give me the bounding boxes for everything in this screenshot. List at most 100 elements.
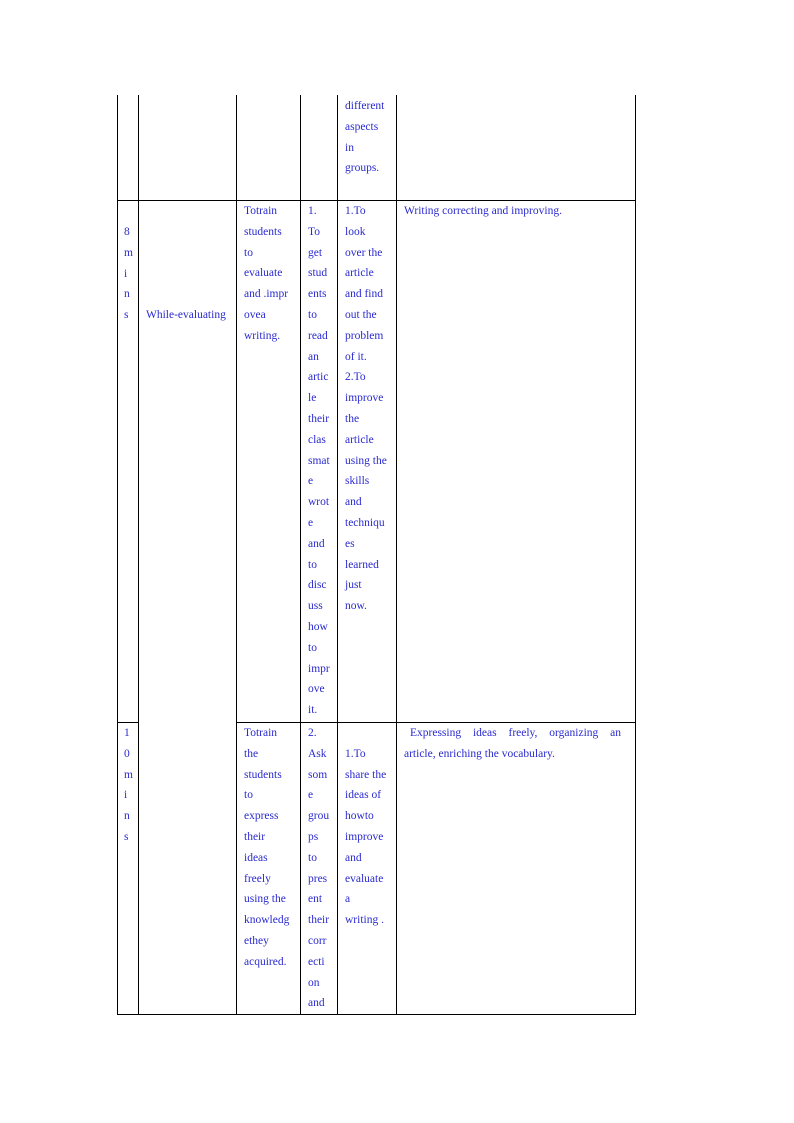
cell-text-line: article (345, 267, 374, 280)
cell-text-line: disc (308, 579, 327, 592)
cell-text-line: to (308, 851, 317, 864)
cell-text-line (345, 723, 389, 744)
row2-skills-cell: Expressing ideas freely, organizing an a… (404, 723, 629, 765)
cell-text-line: knowledg (244, 914, 290, 927)
skills-text: Writing correcting and improving. (404, 205, 562, 217)
cell-text-line: share the (345, 768, 387, 781)
cell-text-line: article (345, 433, 374, 446)
cell-text-line: 0 (124, 747, 130, 760)
cell-text-line: e (308, 789, 314, 802)
cell-text-line: the (244, 747, 259, 760)
cell-text-line: wrot (308, 496, 330, 509)
cell-text-line: skills (345, 475, 370, 488)
cell-text-line: get (308, 246, 323, 259)
cell-text-line: groups. (345, 162, 380, 175)
cell-text-line: improve (345, 392, 384, 405)
cell-text-line: n (124, 810, 130, 823)
cell-text-line: evaluate (244, 267, 283, 280)
column-divider (300, 95, 301, 1015)
cell-text-line: just (345, 579, 362, 592)
cell-text-line: Totrain (244, 727, 278, 739)
cell-text-line: how (308, 620, 328, 633)
cell-text-line: i (124, 267, 128, 280)
cell-text-line: es (345, 537, 355, 550)
cell-text-line: and .impr (244, 288, 289, 301)
cell-text-line: students (244, 768, 282, 781)
cell-text-line: ps (308, 830, 319, 843)
cell-text-line: 1.To (345, 205, 366, 217)
cell-text-line: impr (308, 662, 330, 675)
skills-text-line: article, enriching the vocabulary. (404, 747, 555, 760)
cell-text-line: freely (244, 872, 271, 885)
column-divider (396, 95, 397, 1015)
skills-text-line: Expressing ideas freely, organizing an (410, 727, 621, 739)
cell-text-line: to (308, 308, 317, 321)
cell-text-line: and (345, 851, 362, 864)
cell-text-line: writing . (345, 914, 384, 927)
cell-text-line: e (308, 516, 314, 529)
cell-text-line: of it. (345, 350, 367, 363)
cell-text-line: their (308, 412, 330, 425)
cell-text-line: ethey (244, 934, 269, 947)
cell-text-line: problem (345, 329, 384, 342)
cell-text-line: learned (345, 558, 379, 571)
cell-text-line: using the (345, 454, 387, 467)
cell-text-line: s (124, 830, 129, 843)
row0-procedure-cell: different aspects in groups. (345, 96, 391, 179)
cell-text-line: evaluate (345, 872, 384, 885)
cell-text-line: a (345, 893, 351, 906)
cell-text-line: express (244, 810, 279, 823)
row1-activity-cell: 1. To get stud ents to read an artic le their clas s… (308, 201, 334, 721)
cell-text-line: different (345, 100, 385, 112)
document-page: different aspects in groups. 8mins While-ev… (0, 0, 794, 1123)
cell-text-line: and (308, 537, 325, 550)
cell-text-line: som (308, 768, 328, 781)
cell-text-line: over the (345, 246, 383, 259)
cell-text-line: 2. (308, 727, 317, 739)
cell-text-line: students (244, 225, 282, 238)
cell-text-line: and find (345, 288, 384, 301)
stage-label: While-evaluating (146, 309, 226, 321)
row1-stage-cell: While-evaluating (146, 305, 236, 326)
cell-text-line: in (345, 141, 354, 154)
cell-text-line: to (244, 789, 253, 802)
cell-text-line: to (244, 246, 253, 259)
cell-text-line: improve (345, 830, 384, 843)
cell-text-line: ideas (244, 851, 268, 864)
cell-text-line: Totrain (244, 205, 278, 217)
cell-text-line: ideas of (345, 789, 382, 802)
cell-text-line: i (124, 789, 128, 802)
cell-text-line: to (308, 558, 317, 571)
cell-text-line: and (308, 997, 325, 1010)
cell-text-line: using the (244, 893, 286, 906)
cell-text-line: corr (308, 934, 327, 947)
cell-text-line: 1.To (345, 747, 366, 760)
row2-activity-cell: 2. Ask som e grou ps to pres ent their corr ecti on a… (308, 723, 334, 1014)
cell-text-line: 1. (308, 205, 317, 217)
cell-text-line: to (308, 641, 317, 654)
table-border-right (635, 95, 636, 1015)
cell-text-line: writing. (244, 329, 281, 342)
cell-text-line: m (124, 768, 133, 781)
cell-text-line: and (345, 496, 362, 509)
row2-procedure-cell: 1.To share the ideas of howto improve and eval… (345, 723, 389, 931)
row2-time-cell: 1 0 mins (124, 723, 136, 848)
cell-text-line: on (308, 976, 320, 989)
cell-text-line: n (124, 288, 130, 301)
cell-text-line: Ask (308, 747, 327, 760)
cell-text-line: howto (345, 810, 374, 823)
cell-text-line: grou (308, 810, 330, 823)
cell-text-line: techniqu (345, 516, 385, 529)
cell-text-line: ent (308, 893, 323, 906)
cell-text-line: clas (308, 433, 326, 446)
column-divider (236, 95, 237, 1015)
cell-text-line: smat (308, 454, 330, 467)
cell-text-line: s (124, 309, 129, 322)
cell-text-line: To (308, 225, 320, 238)
cell-text-line: out the (345, 308, 377, 321)
cell-text-line: le (308, 392, 317, 405)
row1-time-cell: 8 mins (124, 222, 136, 326)
row1-procedure-cell: 1.To look over the article and find out the pr… (345, 201, 389, 617)
cell-text-line: ovea (244, 308, 266, 321)
row1-aim-cell: Totrain students to evaluate and .impr ovea wr… (244, 201, 293, 347)
